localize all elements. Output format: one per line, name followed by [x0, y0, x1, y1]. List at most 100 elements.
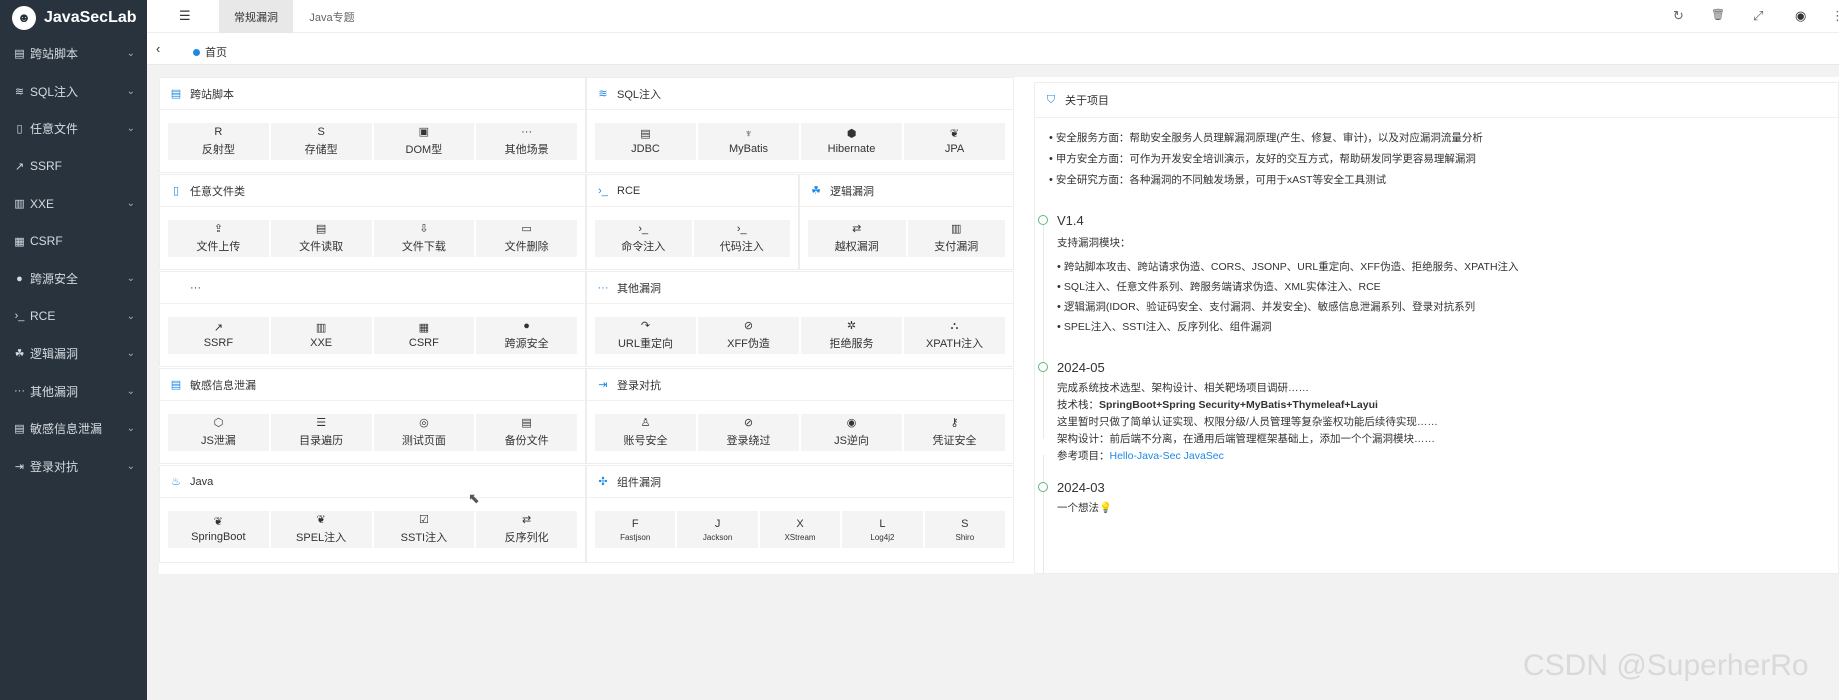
- module-tile[interactable]: ▥ XXE: [270, 317, 372, 354]
- breadcrumb-bar: ‹ 首页: [147, 33, 1839, 65]
- tab-regular-vulns[interactable]: 常规漏洞: [219, 0, 293, 33]
- json-icon: ⇄: [522, 514, 532, 526]
- app-logo[interactable]: ☻ JavaSecLab: [0, 0, 147, 35]
- redirect-icon: ↷: [640, 320, 651, 332]
- sidebar-item[interactable]: ▥ XXE ⌄: [0, 185, 147, 223]
- module-tile[interactable]: ▤ 文件读取: [270, 220, 372, 257]
- sidebar-item[interactable]: ··· 其他漏洞 ⌄: [0, 373, 147, 411]
- refresh-icon[interactable]: ↻: [1673, 8, 1684, 24]
- module-tile[interactable]: R 反射型: [168, 123, 269, 160]
- module-tile[interactable]: ⚷ 凭证安全: [904, 414, 1005, 451]
- module-tile[interactable]: ⇄ 越权漏洞: [808, 220, 906, 257]
- module-tile[interactable]: ↗ SSRF: [168, 317, 269, 354]
- module-tile[interactable]: ⛬ XPATH注入: [904, 317, 1005, 354]
- module-tile[interactable]: ▥ 支付漏洞: [907, 220, 1005, 257]
- tile-label: CSRF: [408, 337, 439, 349]
- bird-icon: ♆: [744, 128, 753, 140]
- module-tile[interactable]: ❦ SpringBoot: [168, 511, 269, 548]
- sidebar-item[interactable]: ›_ RCE ⌄: [0, 298, 147, 336]
- letter-l-icon: L: [879, 517, 886, 530]
- timeline-dot: [1038, 215, 1048, 225]
- module-tile[interactable]: ›_ 命令注入: [595, 220, 692, 257]
- module-tile[interactable]: ⇪ 文件上传: [168, 220, 269, 257]
- reference-links[interactable]: Hello-Java-Sec JavaSec: [1110, 450, 1224, 462]
- module-tile[interactable]: ▭ 文件删除: [476, 220, 577, 257]
- module-tile[interactable]: ⇩ 文件下载: [373, 220, 475, 257]
- timeline-idea: 一个想法💡: [1057, 502, 1113, 514]
- module-tile[interactable]: ›_ 代码注入: [693, 220, 790, 257]
- tab-java-topics[interactable]: Java专题: [299, 0, 365, 33]
- module-tile[interactable]: S Shiro: [924, 511, 1006, 548]
- mouse-cursor-icon: ⬉: [468, 490, 480, 506]
- module-tile[interactable]: ▤ JDBC: [595, 123, 696, 160]
- more-tools-icon[interactable]: ⋮: [1831, 8, 1839, 24]
- sidebar-item[interactable]: ▯ 任意文件 ⌄: [0, 110, 147, 148]
- sidebar-item[interactable]: ↗ SSRF: [0, 148, 147, 186]
- bypass-icon: ⊘: [743, 417, 754, 429]
- file-delete-icon: ▭: [521, 223, 532, 235]
- module-tile[interactable]: ☑ SSTI注入: [373, 511, 475, 548]
- module-tile[interactable]: ● 跨源安全: [476, 317, 577, 354]
- module-tile[interactable]: ↷ URL重定向: [595, 317, 696, 354]
- sidebar-item[interactable]: ⇥ 登录对抗 ⌄: [0, 448, 147, 486]
- module-tile[interactable]: ▣ DOM型: [373, 123, 475, 160]
- sidebar-item[interactable]: ● 跨源安全 ⌄: [0, 260, 147, 298]
- module-tile[interactable]: ▦ CSRF: [373, 317, 475, 354]
- module-tile[interactable]: F Fastjson: [595, 511, 676, 548]
- chevron-down-icon: ⌄: [126, 310, 135, 322]
- info-leak-icon: ▤: [170, 379, 182, 391]
- chevron-down-icon: ⌄: [126, 423, 135, 435]
- sidebar-item[interactable]: ▦ CSRF: [0, 223, 147, 261]
- reverse-icon: ◉: [846, 417, 857, 429]
- module-tile[interactable]: X XStream: [759, 511, 841, 548]
- fullscreen-icon[interactable]: ⤢: [1753, 8, 1763, 24]
- module-tile[interactable]: ✲ 拒绝服务: [801, 317, 902, 354]
- document-icon: ▥: [14, 198, 25, 211]
- tile-label: URL重定向: [617, 338, 673, 350]
- module-tile[interactable]: ❦ SPEL注入: [270, 511, 372, 548]
- module-tile[interactable]: J Jackson: [677, 511, 758, 548]
- breadcrumb[interactable]: 首页: [193, 44, 227, 60]
- module-tile[interactable]: ◎ 测试页面: [373, 414, 475, 451]
- module-tile[interactable]: ☰ 目录遍历: [270, 414, 372, 451]
- sidebar-item[interactable]: ☘ 逻辑漏洞 ⌄: [0, 335, 147, 373]
- letter-r-icon: R: [214, 126, 223, 138]
- stack-label: 技术栈：: [1057, 399, 1099, 411]
- tile-label: 文件上传: [196, 241, 241, 253]
- card-title: 任意文件类: [190, 185, 245, 198]
- about-header: ⛉ 关于项目: [1035, 83, 1838, 118]
- chevron-down-icon: ⌄: [126, 460, 135, 472]
- about-panel: ⛉ 关于项目 安全服务方面：帮助安全服务人员理解漏洞原理(产生、修复、审计)，以…: [1034, 82, 1839, 574]
- module-tile[interactable]: ♆ MyBatis: [698, 123, 799, 160]
- tile-label: Shiro: [955, 532, 975, 542]
- module-tile[interactable]: ♙ 账号安全: [595, 414, 696, 451]
- module-tile[interactable]: ❦ JPA: [904, 123, 1005, 160]
- sidebar-item-label: 其他漏洞: [30, 384, 79, 399]
- module-tile[interactable]: ⇄ 反序列化: [476, 511, 577, 548]
- module-tile[interactable]: ⊘ 登录绕过: [698, 414, 799, 451]
- github-icon[interactable]: ◉: [1795, 8, 1806, 24]
- module-tile[interactable]: ⬢ Hibernate: [801, 123, 902, 160]
- trash-icon[interactable]: 🗑: [1711, 8, 1725, 21]
- letter-s-icon: S: [961, 517, 969, 530]
- module-tile[interactable]: ⊘ XFF伪造: [698, 317, 799, 354]
- module-tile[interactable]: ··· 其他场景: [476, 123, 577, 160]
- menu-toggle-icon[interactable]: ☰: [179, 8, 191, 24]
- back-icon[interactable]: ‹: [156, 41, 160, 56]
- sidebar-item[interactable]: ≋ SQL注入 ⌄: [0, 73, 147, 111]
- module-tile[interactable]: L Log4j2: [842, 511, 923, 548]
- card-tiles: ›_ 命令注入 ›_ 代码注入: [595, 220, 790, 257]
- tile-label: 反射型: [201, 144, 235, 156]
- module-tile[interactable]: ◉ JS逆向: [801, 414, 902, 451]
- timeline-line-4: 架构设计：前后端不分离，在通用后端管理框架基础上，添加一个个漏洞模块……: [1057, 433, 1435, 445]
- module-tile[interactable]: ▤ 备份文件: [476, 414, 577, 451]
- terminal-icon: ›_: [14, 310, 25, 323]
- module-tile[interactable]: S 存储型: [270, 123, 372, 160]
- timeline-ref-row: 参考项目：Hello-Java-Sec JavaSec: [1057, 448, 1438, 465]
- sidebar-item[interactable]: ▤ 跨站脚本 ⌄: [0, 35, 147, 73]
- sidebar-item-label: 敏感信息泄漏: [30, 422, 103, 437]
- module-tile[interactable]: ⬡ JS泄漏: [168, 414, 269, 451]
- sidebar-item[interactable]: ▤ 敏感信息泄漏 ⌄: [0, 410, 147, 448]
- letter-j-icon: J: [714, 517, 721, 530]
- terminal-icon: ›_: [598, 184, 608, 197]
